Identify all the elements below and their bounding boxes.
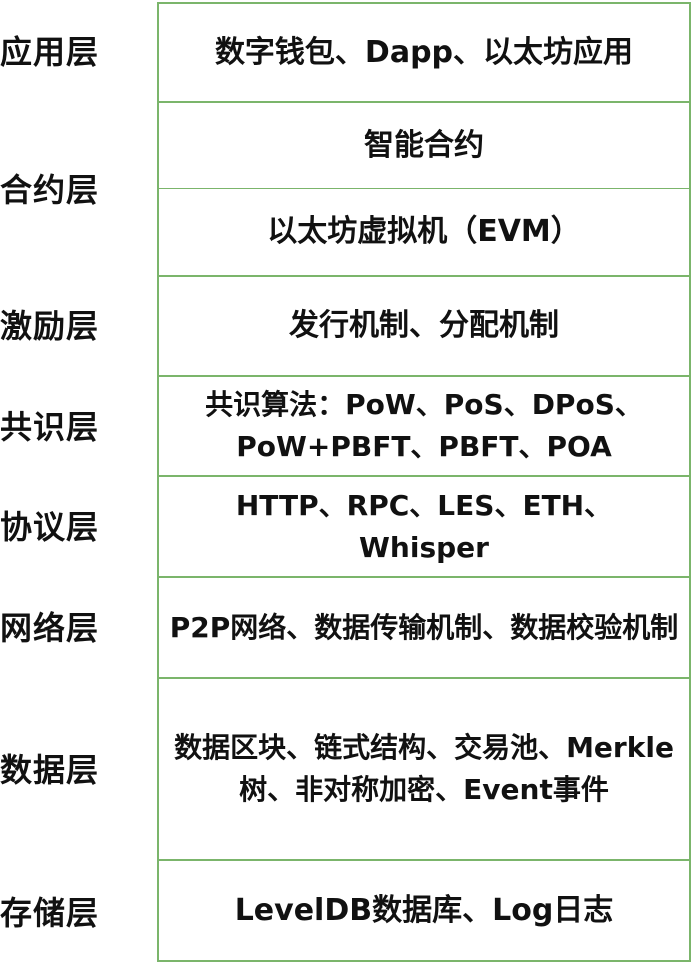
layer-box-contract-smart-contract: 智能合约 <box>157 101 691 189</box>
layer-content-incentive: 发行机制、分配机制 <box>289 308 559 343</box>
layer-label-data: 数据层 <box>0 751 100 789</box>
layer-content-evm: 以太坊虚拟机（EVM） <box>267 214 581 249</box>
layer-box-incentive: 发行机制、分配机制 <box>157 275 691 377</box>
layer-label-application: 应用层 <box>0 33 100 71</box>
layer-box-storage: LevelDB数据库、Log日志 <box>157 859 691 962</box>
layer-box-network: P2P网络、数据传输机制、数据校验机制 <box>157 576 691 679</box>
layer-box-consensus: 共识算法：PoW、PoS、DPoS、PoW+PBFT、PBFT、POA <box>157 375 691 477</box>
layer-label-consensus: 共识层 <box>0 408 100 446</box>
layer-content-protocol: HTTP、RPC、LES、ETH、Whisper <box>235 488 613 564</box>
layer-label-network: 网络层 <box>0 609 100 647</box>
layer-box-data: 数据区块、链式结构、交易池、Merkle树、非对称加密、Event事件 <box>157 677 691 861</box>
layer-content-storage: LevelDB数据库、Log日志 <box>234 892 614 928</box>
layer-content-network: P2P网络、数据传输机制、数据校验机制 <box>169 610 679 644</box>
layer-label-storage: 存储层 <box>0 894 100 932</box>
layer-label-contract: 合约层 <box>0 171 100 209</box>
layer-content-application: 数字钱包、Dapp、以太坊应用 <box>214 34 634 70</box>
layer-content-data: 数据区块、链式结构、交易池、Merkle树、非对称加密、Event事件 <box>174 731 674 806</box>
layer-box-protocol: HTTP、RPC、LES、ETH、Whisper <box>157 475 691 578</box>
layer-content-consensus: 共识算法：PoW、PoS、DPoS、PoW+PBFT、PBFT、POA <box>205 388 643 463</box>
layer-content-smart-contract: 智能合约 <box>364 127 484 163</box>
layer-box-application: 数字钱包、Dapp、以太坊应用 <box>157 2 691 103</box>
layer-label-protocol: 协议层 <box>0 508 100 546</box>
layer-box-contract-evm: 以太坊虚拟机（EVM） <box>157 189 691 277</box>
layer-label-incentive: 激励层 <box>0 307 100 345</box>
